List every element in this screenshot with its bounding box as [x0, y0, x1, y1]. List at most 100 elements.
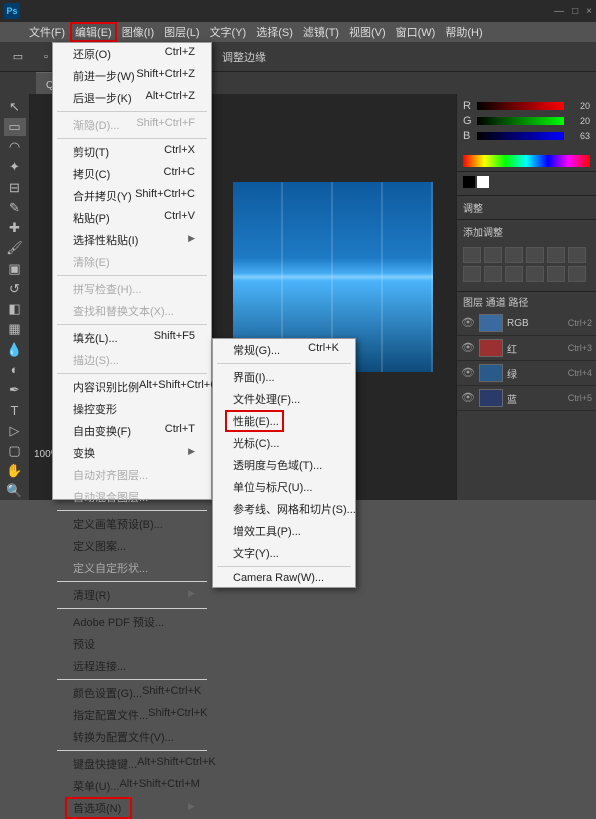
menu-select[interactable]: 选择(S)	[251, 22, 298, 42]
crop-tool-icon[interactable]: ⊟	[4, 179, 26, 196]
adj-icon[interactable]	[568, 266, 586, 282]
menu-item[interactable]: 自由变换(F)Ctrl+T	[53, 420, 211, 442]
adj-icon[interactable]	[568, 247, 586, 263]
tool-preset-icon[interactable]: ▭	[6, 46, 30, 68]
menu-item[interactable]: 增效工具(P)...	[213, 520, 355, 542]
heal-tool-icon[interactable]: ✚	[4, 220, 26, 237]
pen-tool-icon[interactable]: ✒	[4, 382, 26, 399]
menu-item[interactable]: 文字(Y)...	[213, 542, 355, 564]
menu-item[interactable]: 填充(L)...Shift+F5	[53, 327, 211, 349]
menu-type[interactable]: 文字(Y)	[205, 22, 252, 42]
menu-item[interactable]: 颜色设置(G)...Shift+Ctrl+K	[53, 682, 211, 704]
menu-item[interactable]: 后退一步(K)Alt+Ctrl+Z	[53, 87, 211, 109]
menu-item[interactable]: 内容识别比例Alt+Shift+Ctrl+C	[53, 376, 211, 398]
panel-tabs[interactable]: 图层 通道 路径	[457, 292, 596, 311]
channel-row[interactable]: 👁绿Ctrl+4	[457, 361, 596, 386]
hand-tool-icon[interactable]: ✋	[4, 463, 26, 480]
menu-item[interactable]: 变换▶	[53, 442, 211, 464]
swatch[interactable]	[477, 176, 489, 188]
menu-item[interactable]: Adobe PDF 预设...	[53, 611, 211, 633]
menu-item[interactable]: 转换为配置文件(V)...	[53, 726, 211, 748]
menu-item[interactable]: 剪切(T)Ctrl+X	[53, 141, 211, 163]
menu-item[interactable]: 光标(C)...	[213, 432, 355, 454]
channel-row[interactable]: 👁蓝Ctrl+5	[457, 386, 596, 411]
menu-item[interactable]: 操控变形	[53, 398, 211, 420]
menu-file[interactable]: 文件(F)	[24, 22, 70, 42]
channel-row[interactable]: 👁RGBCtrl+2	[457, 311, 596, 336]
menu-item[interactable]: 文件处理(F)...	[213, 388, 355, 410]
menu-item[interactable]: 前进一步(W)Shift+Ctrl+Z	[53, 65, 211, 87]
menu-item[interactable]: 粘贴(P)Ctrl+V	[53, 207, 211, 229]
channel-name: 红	[507, 341, 564, 356]
adj-icon[interactable]	[505, 266, 523, 282]
menu-item[interactable]: 拷贝(C)Ctrl+C	[53, 163, 211, 185]
maximize-button[interactable]: □	[572, 6, 578, 17]
channel-row[interactable]: 👁红Ctrl+3	[457, 336, 596, 361]
lasso-tool-icon[interactable]: ◠	[4, 139, 26, 156]
adj-icon[interactable]	[484, 266, 502, 282]
visibility-icon[interactable]: 👁	[461, 316, 475, 330]
menu-item[interactable]: 菜单(U)...Alt+Shift+Ctrl+M	[53, 775, 211, 797]
menu-item[interactable]: 首选项(N)▶	[53, 797, 211, 819]
adjust-tab[interactable]: 调整	[457, 195, 596, 219]
menu-layer[interactable]: 图层(L)	[159, 22, 204, 42]
refine-edge-button[interactable]: 调整边缘	[222, 49, 266, 65]
wand-tool-icon[interactable]: ✦	[4, 159, 26, 176]
menu-item[interactable]: 单位与标尺(U)...	[213, 476, 355, 498]
menu-item[interactable]: 界面(I)...	[213, 366, 355, 388]
history-brush-icon[interactable]: ↺	[4, 280, 26, 297]
path-tool-icon[interactable]: ▷	[4, 422, 26, 439]
marquee-tool-icon[interactable]: ▭	[4, 118, 26, 135]
adj-icon[interactable]	[463, 266, 481, 282]
visibility-icon[interactable]: 👁	[461, 341, 475, 355]
hue-strip[interactable]	[463, 155, 590, 167]
stamp-tool-icon[interactable]: ▣	[4, 260, 26, 277]
eraser-tool-icon[interactable]: ◧	[4, 301, 26, 318]
r-slider[interactable]	[477, 102, 564, 110]
menu-item[interactable]: 常规(G)...Ctrl+K	[213, 339, 355, 361]
b-slider[interactable]	[477, 132, 564, 140]
minimize-button[interactable]: —	[554, 6, 564, 17]
visibility-icon[interactable]: 👁	[461, 391, 475, 405]
menu-window[interactable]: 窗口(W)	[391, 22, 441, 42]
adj-icon[interactable]	[526, 266, 544, 282]
dodge-tool-icon[interactable]: ◐	[4, 361, 26, 378]
visibility-icon[interactable]: 👁	[461, 366, 475, 380]
menu-edit[interactable]: 编辑(E)	[70, 22, 117, 42]
adj-icon[interactable]	[505, 247, 523, 263]
menu-item[interactable]: 远程连接...	[53, 655, 211, 677]
gradient-tool-icon[interactable]: ▦	[4, 321, 26, 338]
menu-item[interactable]: 定义画笔预设(B)...	[53, 513, 211, 535]
shape-tool-icon[interactable]: ▢	[4, 442, 26, 459]
menu-item[interactable]: 预设	[53, 633, 211, 655]
g-slider[interactable]	[477, 117, 564, 125]
adj-icon[interactable]	[463, 247, 481, 263]
eyedropper-tool-icon[interactable]: ✎	[4, 199, 26, 216]
close-button[interactable]: ×	[586, 6, 592, 17]
menu-item[interactable]: 透明度与色域(T)...	[213, 454, 355, 476]
menu-item[interactable]: 还原(O)Ctrl+Z	[53, 43, 211, 65]
adj-icon[interactable]	[484, 247, 502, 263]
swatch[interactable]	[463, 176, 475, 188]
zoom-tool-icon[interactable]: 🔍	[4, 483, 26, 500]
blur-tool-icon[interactable]: 💧	[4, 341, 26, 358]
menu-item[interactable]: 定义图案...	[53, 535, 211, 557]
menu-item[interactable]: 性能(E)...	[213, 410, 355, 432]
adj-icon[interactable]	[547, 266, 565, 282]
type-tool-icon[interactable]: T	[4, 402, 26, 419]
menu-help[interactable]: 帮助(H)	[440, 22, 487, 42]
menu-item[interactable]: 选择性粘贴(I)▶	[53, 229, 211, 251]
menu-item[interactable]: Camera Raw(W)...	[213, 569, 355, 587]
menu-item[interactable]: 参考线、网格和切片(S)...	[213, 498, 355, 520]
adj-icon[interactable]	[526, 247, 544, 263]
move-tool-icon[interactable]: ↖	[4, 98, 26, 115]
menu-item[interactable]: 清理(R)▶	[53, 584, 211, 606]
menu-image[interactable]: 图像(I)	[117, 22, 159, 42]
menu-item[interactable]: 指定配置文件...Shift+Ctrl+K	[53, 704, 211, 726]
brush-tool-icon[interactable]: 🖌	[4, 240, 26, 257]
menu-view[interactable]: 视图(V)	[344, 22, 391, 42]
adj-icon[interactable]	[547, 247, 565, 263]
menu-filter[interactable]: 滤镜(T)	[298, 22, 344, 42]
menu-item[interactable]: 合并拷贝(Y)Shift+Ctrl+C	[53, 185, 211, 207]
menu-item[interactable]: 键盘快捷键...Alt+Shift+Ctrl+K	[53, 753, 211, 775]
